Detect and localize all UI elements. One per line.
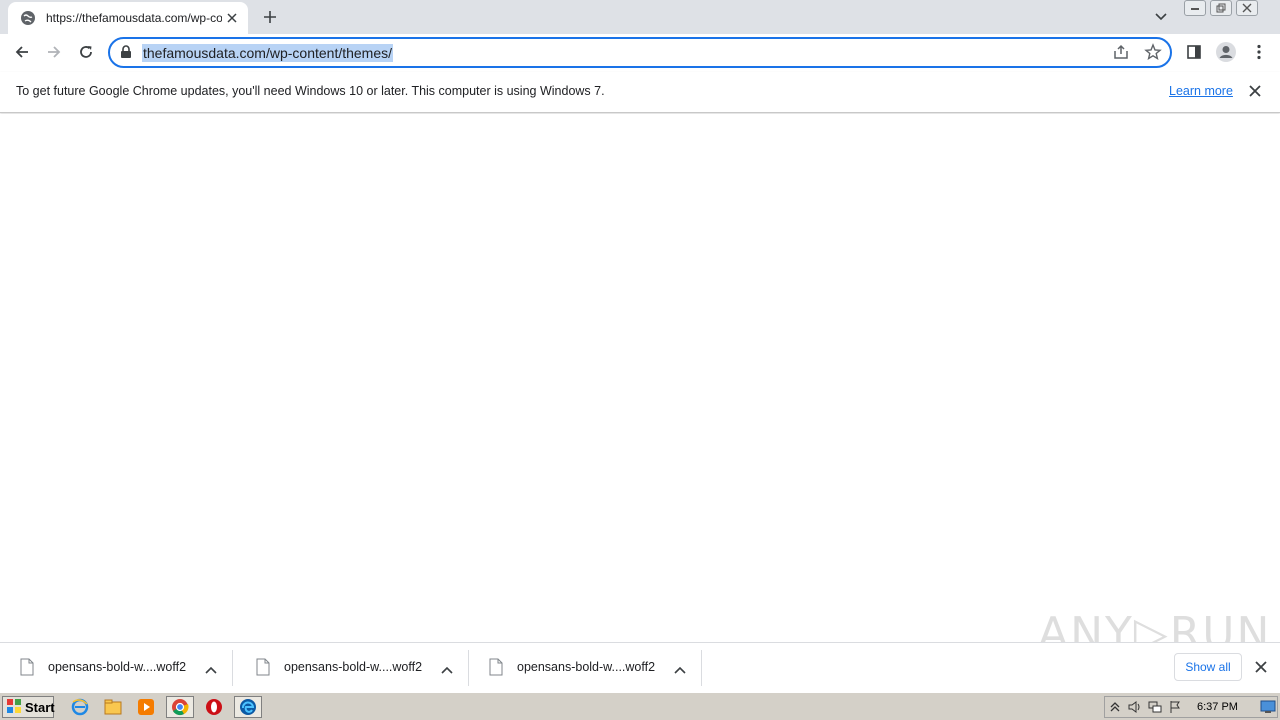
volume-icon[interactable] bbox=[1125, 697, 1145, 717]
close-icon[interactable] bbox=[1248, 84, 1264, 100]
window-controls bbox=[1184, 0, 1258, 18]
show-hidden-icons-icon[interactable] bbox=[1105, 697, 1125, 717]
forward-arrow-icon[interactable] bbox=[40, 38, 68, 66]
show-desktop-icon[interactable] bbox=[1259, 698, 1277, 716]
download-item[interactable]: opensans-bold-w....woff2 bbox=[469, 643, 702, 693]
chevron-up-icon[interactable] bbox=[674, 661, 688, 675]
windows-logo-icon bbox=[6, 698, 22, 717]
file-icon bbox=[256, 658, 272, 678]
start-label: Start bbox=[25, 699, 55, 715]
url-text[interactable]: thefamousdata.com/wp-content/themes/ bbox=[142, 44, 394, 62]
download-shelf: opensans-bold-w....woff2 opensans-bold-w… bbox=[0, 642, 1280, 692]
chevron-up-icon[interactable] bbox=[441, 661, 455, 675]
download-filename: opensans-bold-w....woff2 bbox=[284, 660, 423, 674]
edge-icon[interactable] bbox=[234, 696, 262, 718]
restore-button[interactable] bbox=[1210, 0, 1232, 16]
tab-title: https://thefamousdata.com/wp-conte bbox=[46, 11, 222, 25]
download-item[interactable]: opensans-bold-w....woff2 bbox=[236, 643, 469, 693]
file-explorer-icon[interactable] bbox=[99, 696, 127, 718]
close-icon[interactable] bbox=[1254, 660, 1270, 676]
browser-tab[interactable]: https://thefamousdata.com/wp-conte bbox=[8, 2, 248, 34]
media-player-icon[interactable] bbox=[132, 696, 160, 718]
profile-icon[interactable] bbox=[1212, 38, 1240, 66]
clock[interactable]: 6:37 PM bbox=[1197, 701, 1238, 713]
chrome-icon[interactable] bbox=[166, 696, 194, 718]
divider bbox=[232, 650, 233, 686]
show-all-button[interactable]: Show all bbox=[1174, 653, 1242, 681]
minimize-button[interactable] bbox=[1184, 0, 1206, 16]
close-icon[interactable] bbox=[224, 10, 240, 26]
page-content bbox=[0, 114, 1280, 642]
action-center-flag-icon[interactable] bbox=[1165, 697, 1185, 717]
chevron-up-icon[interactable] bbox=[205, 661, 219, 675]
infobar-message: To get future Google Chrome updates, you… bbox=[16, 84, 605, 98]
globe-icon bbox=[20, 10, 36, 26]
start-button[interactable]: Start bbox=[2, 696, 55, 718]
reload-icon[interactable] bbox=[72, 38, 100, 66]
download-item[interactable]: opensans-bold-w....woff2 bbox=[0, 643, 233, 693]
windows-taskbar: Start 6:37 PM bbox=[0, 692, 1280, 720]
network-icon[interactable] bbox=[1145, 697, 1165, 717]
divider bbox=[701, 650, 702, 686]
opera-icon[interactable] bbox=[200, 696, 228, 718]
update-infobar: To get future Google Chrome updates, you… bbox=[0, 72, 1280, 113]
internet-explorer-icon[interactable] bbox=[66, 696, 94, 718]
address-bar[interactable]: thefamousdata.com/wp-content/themes/ bbox=[108, 37, 1172, 68]
chevron-down-icon[interactable] bbox=[1151, 8, 1171, 26]
screen: https://thefamousdata.com/wp-conte thefa… bbox=[0, 0, 1280, 720]
lock-icon[interactable] bbox=[120, 45, 134, 61]
file-icon bbox=[489, 658, 505, 678]
download-filename: opensans-bold-w....woff2 bbox=[517, 660, 656, 674]
more-menu-icon[interactable] bbox=[1245, 38, 1273, 66]
file-icon bbox=[20, 658, 36, 678]
back-arrow-icon[interactable] bbox=[8, 38, 36, 66]
learn-more-link[interactable]: Learn more bbox=[1169, 84, 1233, 98]
download-filename: opensans-bold-w....woff2 bbox=[48, 660, 187, 674]
bookmark-star-icon[interactable] bbox=[1144, 43, 1164, 63]
side-panel-icon[interactable] bbox=[1180, 38, 1208, 66]
browser-toolbar: thefamousdata.com/wp-content/themes/ bbox=[0, 34, 1280, 72]
share-icon[interactable] bbox=[1112, 43, 1132, 63]
new-tab-button[interactable] bbox=[259, 6, 281, 28]
window-close-button[interactable] bbox=[1236, 0, 1258, 16]
tab-strip: https://thefamousdata.com/wp-conte bbox=[0, 0, 1280, 34]
system-tray: 6:37 PM bbox=[1104, 696, 1278, 718]
